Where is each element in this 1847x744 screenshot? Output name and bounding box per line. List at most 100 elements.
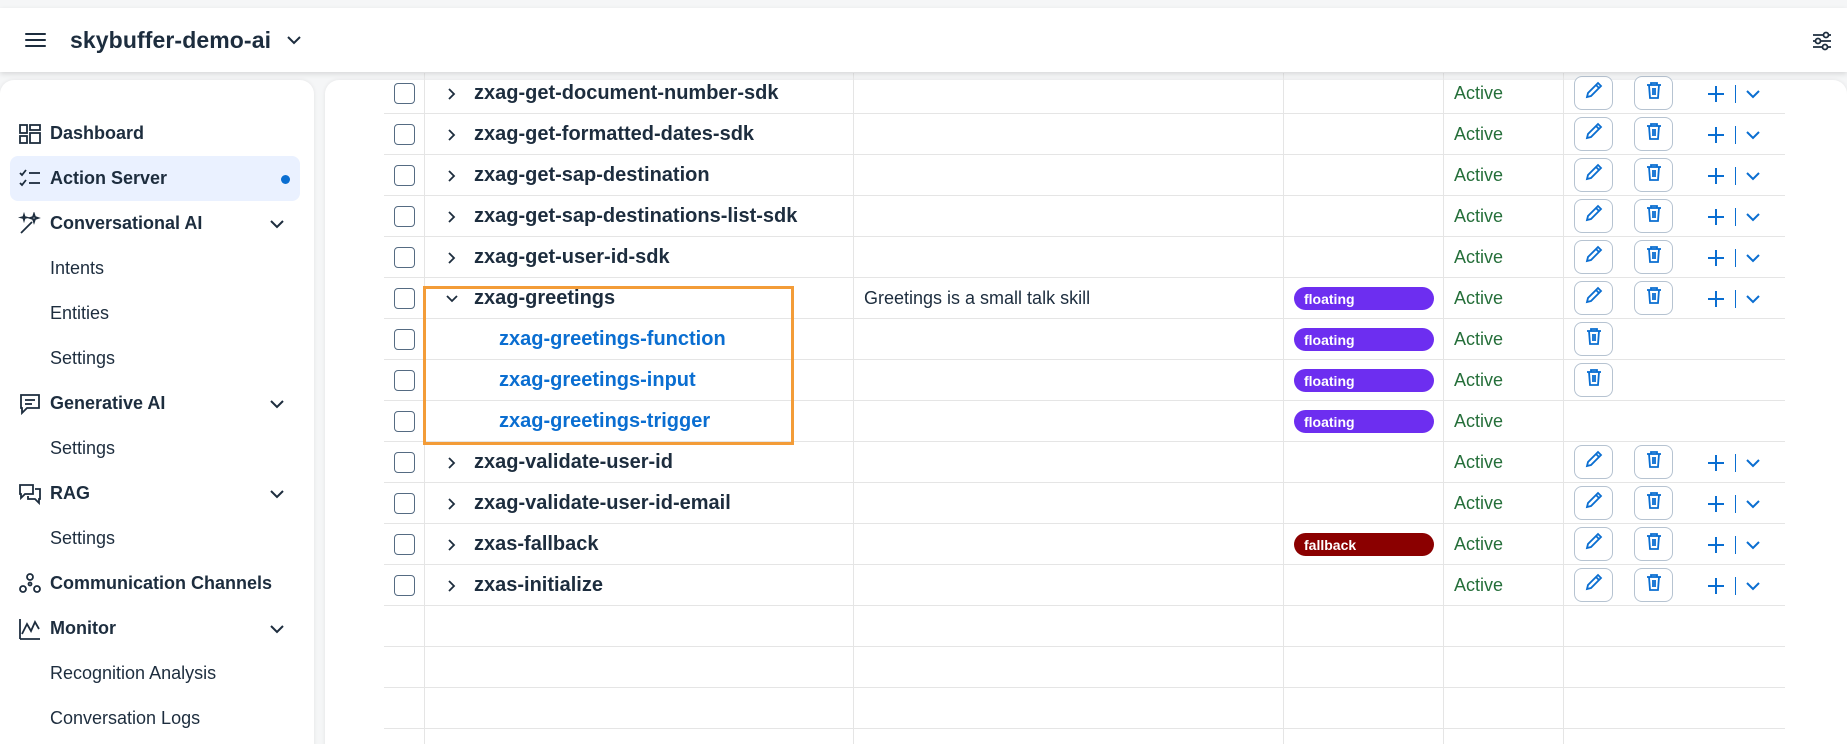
delete-button[interactable] [1634, 486, 1673, 520]
nav-item-recognition-analysis[interactable]: Recognition Analysis [0, 651, 314, 696]
row-checkbox[interactable] [393, 288, 415, 309]
chevron-right-icon[interactable] [439, 573, 465, 599]
edit-button[interactable] [1574, 486, 1613, 520]
edit-button[interactable] [1574, 568, 1613, 602]
table-row[interactable]: zxag-get-user-id-sdk Active [384, 237, 1785, 278]
chevron-down-icon[interactable] [268, 485, 286, 503]
chevron-down-icon[interactable] [439, 286, 465, 312]
action-name[interactable]: zxag-greetings-trigger [499, 410, 710, 433]
nav-item-generative-ai[interactable]: Generative AI [0, 381, 314, 426]
chevron-down-icon[interactable] [268, 215, 286, 233]
nav-item-intents[interactable]: Intents [0, 246, 314, 291]
delete-button[interactable] [1634, 199, 1673, 233]
row-checkbox[interactable] [393, 124, 415, 145]
delete-button[interactable] [1634, 76, 1673, 110]
chevron-right-icon[interactable] [439, 245, 465, 271]
row-checkbox[interactable] [393, 493, 415, 514]
delete-button[interactable] [1574, 322, 1613, 356]
app-switcher-chevron-icon[interactable] [283, 29, 305, 51]
chevron-down-icon[interactable] [1744, 249, 1762, 267]
add-icon[interactable] [1704, 451, 1728, 475]
table-row[interactable]: zxag-greetings-input floating Active [384, 360, 1785, 401]
add-icon[interactable] [1704, 164, 1728, 188]
chevron-down-icon[interactable] [1744, 126, 1762, 144]
table-row[interactable]: zxag-get-formatted-dates-sdk Active [384, 114, 1785, 155]
delete-button[interactable] [1574, 363, 1613, 397]
edit-button[interactable] [1574, 158, 1613, 192]
add-icon[interactable] [1704, 246, 1728, 270]
nav-item-monitor[interactable]: Monitor [0, 606, 314, 651]
add-icon[interactable] [1704, 82, 1728, 106]
edit-button[interactable] [1574, 117, 1613, 151]
table-row[interactable]: zxas-fallback fallback Active [384, 524, 1785, 565]
add-icon[interactable] [1704, 123, 1728, 147]
nav-item-conversational-ai[interactable]: Conversational AI [0, 201, 314, 246]
edit-button[interactable] [1574, 240, 1613, 274]
nav-item-conversation-logs[interactable]: Conversation Logs [0, 696, 314, 741]
action-name[interactable]: zxag-greetings-input [499, 369, 696, 392]
chevron-right-icon[interactable] [439, 450, 465, 476]
row-checkbox[interactable] [393, 411, 415, 432]
delete-button[interactable] [1634, 568, 1673, 602]
table-row[interactable]: zxag-greetings Greetings is a small talk … [384, 278, 1785, 319]
menu-button[interactable] [0, 8, 70, 72]
chevron-down-icon[interactable] [1744, 290, 1762, 308]
edit-button[interactable] [1574, 445, 1613, 479]
row-checkbox[interactable] [393, 206, 415, 227]
chevron-down-icon[interactable] [1744, 536, 1762, 554]
table-row[interactable]: zxag-validate-user-id-email Active [384, 483, 1785, 524]
delete-button[interactable] [1634, 527, 1673, 561]
nav-item-entities[interactable]: Entities [0, 291, 314, 336]
chevron-right-icon[interactable] [439, 204, 465, 230]
action-name[interactable]: zxag-greetings-function [499, 328, 726, 351]
row-checkbox[interactable] [393, 247, 415, 268]
nav-item-rag-settings[interactable]: Settings [0, 516, 314, 561]
row-checkbox[interactable] [393, 83, 415, 104]
nav-item-conversational-settings[interactable]: Settings [0, 336, 314, 381]
chevron-right-icon[interactable] [439, 532, 465, 558]
row-checkbox[interactable] [393, 534, 415, 555]
add-icon[interactable] [1704, 205, 1728, 229]
row-checkbox[interactable] [393, 370, 415, 391]
row-checkbox[interactable] [393, 165, 415, 186]
nav-item-rag[interactable]: RAG [0, 471, 314, 516]
chevron-down-icon[interactable] [1744, 167, 1762, 185]
add-icon[interactable] [1704, 533, 1728, 557]
delete-button[interactable] [1634, 445, 1673, 479]
table-row[interactable]: zxag-greetings-function floating Active [384, 319, 1785, 360]
edit-button[interactable] [1574, 76, 1613, 110]
table-row[interactable]: zxag-greetings-trigger floating Active [384, 401, 1785, 442]
table-row[interactable]: zxas-initialize Active [384, 565, 1785, 606]
edit-button[interactable] [1574, 199, 1613, 233]
delete-button[interactable] [1634, 158, 1673, 192]
chevron-down-icon[interactable] [268, 620, 286, 638]
table-row[interactable]: zxag-get-sap-destinations-list-sdk Active [384, 196, 1785, 237]
nav-item-dashboard[interactable]: Dashboard [0, 111, 314, 156]
add-icon[interactable] [1704, 574, 1728, 598]
chevron-down-icon[interactable] [1744, 208, 1762, 226]
add-icon[interactable] [1704, 287, 1728, 311]
chevron-right-icon[interactable] [439, 81, 465, 107]
delete-button[interactable] [1634, 117, 1673, 151]
nav-item-action-server[interactable]: Action Server [10, 156, 300, 201]
nav-item-generative-settings[interactable]: Settings [0, 426, 314, 471]
chevron-down-icon[interactable] [1744, 454, 1762, 472]
settings-sliders-icon[interactable] [1807, 26, 1837, 56]
row-checkbox[interactable] [393, 329, 415, 350]
chevron-right-icon[interactable] [439, 163, 465, 189]
edit-button[interactable] [1574, 281, 1613, 315]
delete-button[interactable] [1634, 281, 1673, 315]
edit-button[interactable] [1574, 527, 1613, 561]
add-icon[interactable] [1704, 492, 1728, 516]
chevron-down-icon[interactable] [268, 395, 286, 413]
chevron-down-icon[interactable] [1744, 85, 1762, 103]
nav-item-communication-channels[interactable]: Communication Channels [0, 561, 314, 606]
delete-button[interactable] [1634, 240, 1673, 274]
chevron-down-icon[interactable] [1744, 495, 1762, 513]
table-row[interactable]: zxag-validate-user-id Active [384, 442, 1785, 483]
chevron-down-icon[interactable] [1744, 577, 1762, 595]
chevron-right-icon[interactable] [439, 491, 465, 517]
table-row[interactable]: zxag-get-sap-destination Active [384, 155, 1785, 196]
table-row[interactable]: zxag-get-document-number-sdk Active [384, 73, 1785, 114]
chevron-right-icon[interactable] [439, 122, 465, 148]
